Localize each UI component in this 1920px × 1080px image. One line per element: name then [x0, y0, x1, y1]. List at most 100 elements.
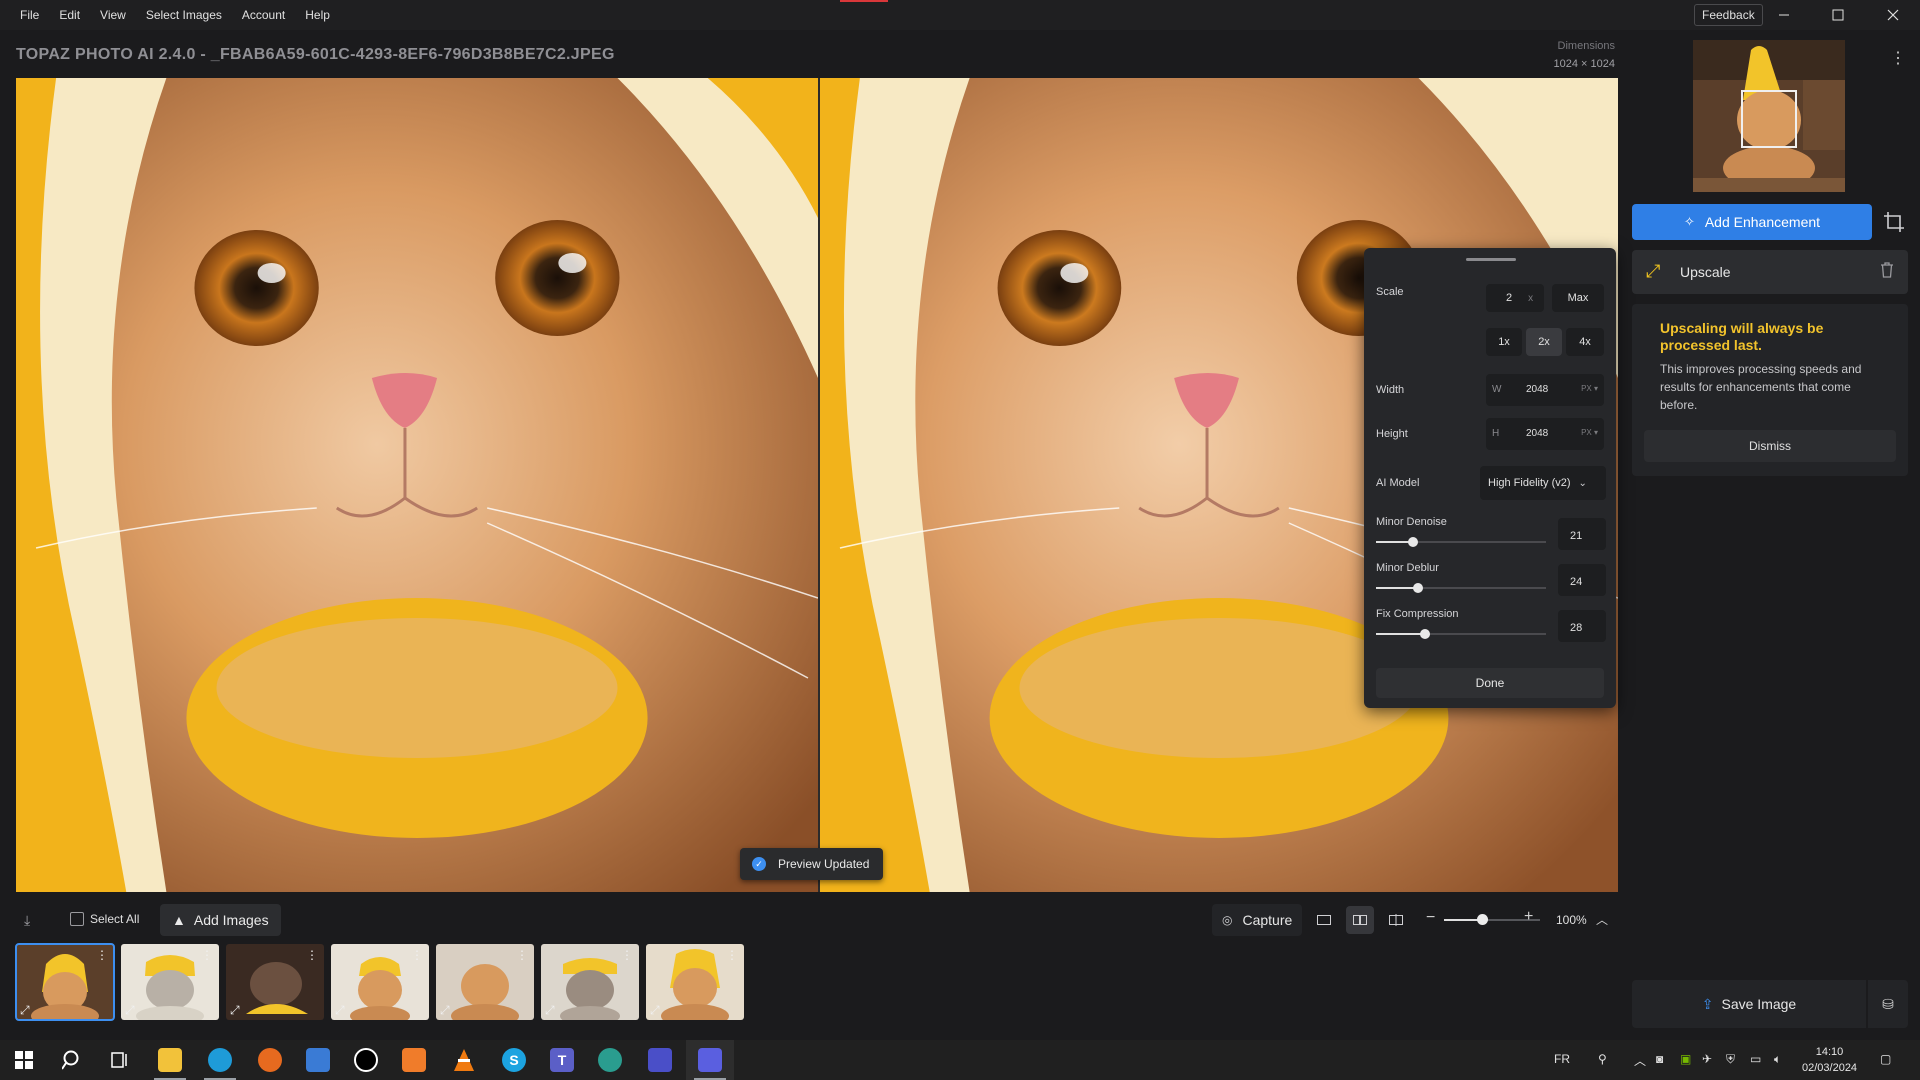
side-by-side-view-button[interactable]: [1346, 906, 1374, 934]
scale-preset-2x[interactable]: 2x: [1526, 328, 1562, 356]
thumbnail-menu-icon[interactable]: ⋮: [621, 948, 633, 962]
topaz-gigapixel-app[interactable]: [636, 1040, 684, 1080]
scale-preset-1x[interactable]: 1x: [1486, 328, 1522, 356]
notifications-icon[interactable]: ▢: [1880, 1052, 1891, 1066]
film-thumbnail[interactable]: ⋮ ⤢: [541, 944, 639, 1020]
snip-app[interactable]: [586, 1040, 634, 1080]
minor-deblur-slider[interactable]: [1376, 583, 1546, 593]
thumbnail-menu-icon[interactable]: ⋮: [516, 948, 528, 962]
scale-input[interactable]: 2 x: [1486, 284, 1544, 312]
collapse-filmstrip-icon[interactable]: ⤓: [24, 912, 30, 929]
film-thumbnail[interactable]: ⋮ ⤢: [646, 944, 744, 1020]
maximize-button[interactable]: [1811, 0, 1865, 30]
crop-button[interactable]: [1882, 210, 1906, 234]
network-tray-icon[interactable]: ✈: [1702, 1052, 1712, 1066]
film-thumbnail[interactable]: ⋮ ⤢: [121, 944, 219, 1020]
add-enhancement-button[interactable]: ✧ Add Enhancement: [1632, 204, 1872, 240]
original-preview[interactable]: [16, 78, 818, 892]
minimize-button[interactable]: [1757, 0, 1811, 30]
slider-thumb[interactable]: [1420, 629, 1430, 639]
add-images-button[interactable]: ▲ Add Images: [160, 904, 281, 936]
checkbox-box[interactable]: [70, 912, 84, 926]
slider-thumb[interactable]: [1408, 537, 1418, 547]
thumbnail-menu-icon[interactable]: ⋮: [726, 948, 738, 962]
file-explorer-app[interactable]: [146, 1040, 194, 1080]
chevron-down-icon: ⌄: [1578, 477, 1587, 489]
clock[interactable]: 14:10 02/03/2024: [1802, 1044, 1857, 1076]
width-unit-dropdown[interactable]: PX ▾: [1581, 384, 1598, 393]
thumbnail-menu-icon[interactable]: ⋮: [96, 948, 108, 962]
film-thumbnail[interactable]: ⋮ ⤢: [436, 944, 534, 1020]
more-options-icon[interactable]: ⋮: [1890, 48, 1906, 68]
minor-denoise-value[interactable]: 21: [1558, 518, 1606, 550]
close-button[interactable]: [1866, 0, 1920, 30]
zoom-out-button[interactable]: −: [1426, 909, 1435, 927]
upscale-enhancement-card[interactable]: ⤢ Upscale: [1632, 250, 1908, 294]
menu-edit[interactable]: Edit: [49, 8, 90, 22]
single-view-button[interactable]: [1310, 906, 1338, 934]
export-settings-button[interactable]: ⛁: [1868, 980, 1908, 1028]
width-input[interactable]: W 2048 PX ▾: [1486, 374, 1604, 406]
media-player-app[interactable]: [342, 1040, 390, 1080]
zoom-in-button[interactable]: +: [1524, 908, 1533, 926]
select-all-checkbox[interactable]: Select All: [70, 912, 139, 926]
windows-logo-icon: [15, 1051, 33, 1069]
menu-file[interactable]: File: [10, 8, 49, 22]
start-button[interactable]: [0, 1040, 48, 1080]
menu-account[interactable]: Account: [232, 8, 295, 22]
film-thumbnail[interactable]: ⋮ ⤢: [15, 943, 115, 1021]
language-indicator[interactable]: FR: [1554, 1052, 1570, 1066]
skype-app[interactable]: S: [490, 1040, 538, 1080]
video-app[interactable]: [390, 1040, 438, 1080]
height-input[interactable]: H 2048 PX ▾: [1486, 418, 1604, 450]
minor-denoise-slider[interactable]: [1376, 537, 1546, 547]
max-scale-button[interactable]: Max: [1552, 284, 1604, 312]
dismiss-button[interactable]: Dismiss: [1644, 430, 1896, 462]
feedback-button[interactable]: Feedback: [1694, 4, 1763, 26]
edge-app[interactable]: [196, 1040, 244, 1080]
menu-help[interactable]: Help: [295, 8, 340, 22]
scale-preset-4x[interactable]: 4x: [1566, 328, 1604, 356]
meet-icon[interactable]: ◙: [1656, 1052, 1663, 1066]
navigator-viewport[interactable]: [1741, 90, 1797, 148]
chevron-up-icon[interactable]: ︿: [1596, 911, 1608, 928]
notice-body: This improves processing speeds and resu…: [1660, 362, 1862, 412]
expand-icon: ⤢: [440, 1003, 450, 1017]
height-unit-dropdown[interactable]: PX ▾: [1581, 428, 1598, 437]
thumbnail-menu-icon[interactable]: ⋮: [411, 948, 423, 962]
zoom-percentage[interactable]: 100%: [1556, 913, 1587, 927]
teams-app[interactable]: T: [538, 1040, 586, 1080]
store-app[interactable]: [294, 1040, 342, 1080]
topaz-photo-ai-app[interactable]: [686, 1040, 734, 1080]
cat-image-original: [16, 78, 818, 892]
security-icon[interactable]: ⛨: [1726, 1052, 1735, 1067]
minor-deblur-value[interactable]: 24: [1558, 564, 1606, 596]
film-thumbnail[interactable]: ⋮ ⤢: [226, 944, 324, 1020]
drag-handle[interactable]: [1466, 258, 1516, 261]
split-view-button[interactable]: [1382, 906, 1410, 934]
thumbnail-menu-icon[interactable]: ⋮: [201, 948, 213, 962]
slider-thumb[interactable]: [1413, 583, 1423, 593]
ai-model-select[interactable]: High Fidelity (v2) ⌄: [1480, 466, 1606, 500]
volume-icon[interactable]: 🔈︎: [1774, 1052, 1781, 1067]
task-view-button[interactable]: [96, 1040, 144, 1080]
film-thumbnail[interactable]: ⋮ ⤢: [331, 944, 429, 1020]
capture-button[interactable]: ◎ Capture: [1212, 904, 1303, 936]
menu-select-images[interactable]: Select Images: [136, 8, 232, 22]
zoom-slider-thumb[interactable]: [1477, 914, 1488, 925]
display-icon[interactable]: ▭: [1750, 1052, 1761, 1066]
firefox-app[interactable]: [246, 1040, 294, 1080]
search-button[interactable]: [48, 1040, 96, 1080]
topaz-photo-icon: [698, 1048, 722, 1072]
nvidia-icon[interactable]: ▣: [1680, 1052, 1691, 1066]
trash-icon[interactable]: [1880, 262, 1894, 283]
menu-view[interactable]: View: [90, 8, 136, 22]
chevron-up-tray-icon[interactable]: ︿: [1634, 1052, 1646, 1069]
thumbnail-menu-icon[interactable]: ⋮: [306, 948, 318, 962]
vlc-app[interactable]: [440, 1040, 488, 1080]
fix-compression-slider[interactable]: [1376, 629, 1546, 639]
people-icon[interactable]: ⚲: [1598, 1052, 1607, 1066]
done-button[interactable]: Done: [1376, 668, 1604, 698]
save-image-button[interactable]: ⇪ Save Image: [1632, 980, 1866, 1028]
fix-compression-value[interactable]: 28: [1558, 610, 1606, 642]
